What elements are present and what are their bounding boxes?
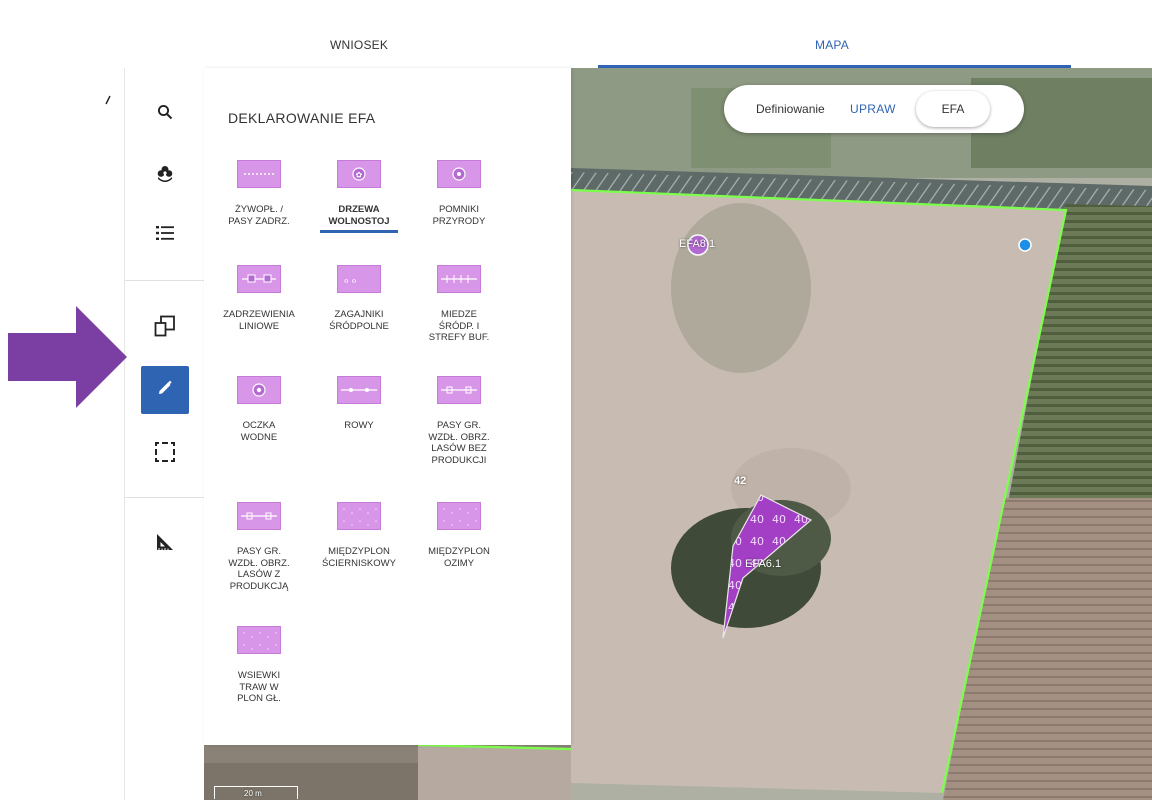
list-button[interactable] (141, 211, 189, 259)
efa-item-drzewa-wolnostojace[interactable]: ✿ DRZEWA WOLNOSTOJ (309, 160, 409, 233)
catch-crop-icon (337, 502, 381, 530)
toggle-efa-option[interactable]: EFA (916, 91, 990, 127)
efa-item-wsiewki[interactable]: WSIEWKI TRAW W PLON GŁ. (209, 626, 309, 705)
efa-item-label: ŻYWOPŁ. / (234, 204, 284, 215)
efa-item-pasy-bez-produkcji[interactable]: PASY GR. WZDŁ. OBRZ. LASÓW BEZ PRODUKCJI (409, 376, 509, 466)
efa-item-label: PASY GR. (237, 546, 281, 557)
ditch-icon (337, 376, 381, 404)
efa-item-label: ŚRÓDP. I (438, 320, 480, 332)
toggle-label: Definiowanie (756, 102, 825, 116)
efa-item-zywoplot[interactable]: ŻYWOPŁ. / PASY ZADRZ. (209, 160, 309, 227)
efa-item-label: MIĘDZYPLON (428, 546, 490, 557)
edit-button[interactable] (141, 366, 189, 414)
efa-item-label: PRODUKCJI (431, 454, 487, 466)
forest-strip-icon (437, 376, 481, 404)
efa-item-label: STREFY BUF. (428, 332, 490, 343)
efa-item-pasy-z-produkcja[interactable]: PASY GR. WZDŁ. OBRZ. LASÓW Z PRODUKCJĄ (209, 502, 309, 592)
efa-marker-label: EFA6.1 (745, 558, 782, 570)
efa-item-label: ZADRZEWIENIA (223, 309, 295, 320)
definition-mode-toggle: Definiowanie UPRAW EFA (724, 85, 1024, 133)
hedge-icon (237, 160, 281, 188)
efa-item-rowy[interactable]: ROWY (309, 376, 409, 432)
field-margin-icon (437, 265, 481, 293)
efa-item-label: POMNIKI (438, 204, 480, 215)
winter-crop-icon (437, 502, 481, 530)
tab-wniosek[interactable]: WNIOSEK (330, 38, 388, 52)
efa-item-label: DRZEWA (338, 204, 380, 215)
efa-item-miedze[interactable]: MIEDZE ŚRÓDP. I STREFY BUF. (409, 265, 509, 344)
efa-item-label: MIEDZE (441, 309, 477, 320)
grove-icon: ℴ ℴ (337, 265, 381, 293)
top-tab-bar: WNIOSEK MAPA (124, 0, 1152, 69)
arrow-right-icon (8, 306, 128, 413)
efa-item-miedzyplon-scierniskowy[interactable]: MIĘDZYPLON ŚCIERNISKOWY (309, 502, 409, 569)
efa-item-label: LINIOWE (238, 320, 280, 332)
tree-icon: ✿ (337, 160, 381, 188)
efa-item-miedzyplon-ozimy[interactable]: MIĘDZYPLON OZIMY (409, 502, 509, 569)
map-view-lower: 20 m (204, 745, 571, 800)
efa-item-label: TRAW W (239, 681, 279, 693)
efa-item-zagajniki[interactable]: ℴ ℴ ZAGAJNIKI ŚRÓDPOLNE (309, 265, 409, 332)
efa-item-label: LASÓW BEZ (431, 443, 487, 454)
efa-item-label: WODNE (240, 431, 278, 443)
scale-bar-label: 20 m (244, 789, 262, 798)
efa-item-label: PASY GR. (437, 420, 481, 431)
map-view[interactable]: 40 EFA8.1 EFA6.1 42 (571, 68, 1152, 800)
parcel-number-label: 42 (734, 475, 747, 487)
forest-strip-production-icon (237, 502, 281, 530)
left-tool-rail (124, 68, 205, 800)
efa-item-label: OCZKA (242, 420, 276, 431)
copy-icon (154, 315, 176, 342)
search-icon (157, 104, 173, 125)
selected-indicator (320, 230, 398, 233)
select-area-button[interactable] (141, 430, 189, 478)
efa-item-label: ZAGAJNIKI (334, 309, 384, 320)
efa-item-label: WOLNOSTOJ (328, 215, 390, 227)
efa-item-label: WZDŁ. OBRZ. (428, 431, 490, 443)
efa-item-label: MIĘDZYPLON (328, 546, 390, 557)
slash-mark (104, 92, 112, 110)
pond-icon (237, 376, 281, 404)
efa-declaration-panel: DEKLAROWANIE EFA ŻYWOPŁ. / PASY ZADRZ. ✿ … (204, 68, 571, 745)
tab-mapa[interactable]: MAPA (815, 38, 849, 52)
efa-item-label: PRZYRODY (432, 215, 486, 227)
toggle-upraw-option[interactable]: UPRAW (850, 102, 896, 116)
ruler-icon (156, 533, 174, 556)
efa-item-oczka-wodne[interactable]: OCZKA WODNE (209, 376, 309, 443)
svg-text:ℴ ℴ: ℴ ℴ (344, 275, 357, 286)
tree-line-icon (237, 265, 281, 293)
panel-title: DEKLAROWANIE EFA (228, 110, 376, 126)
undersown-icon (237, 626, 281, 654)
copy-button[interactable] (141, 304, 189, 352)
efa-item-label: ROWY (344, 420, 374, 431)
rail-divider (125, 280, 205, 281)
efa-item-zadrzewienia-liniowe[interactable]: ZADRZEWIENIA LINIOWE (209, 265, 309, 332)
measure-button[interactable] (141, 520, 189, 568)
efa-marker-label: EFA8.1 (679, 238, 716, 250)
select-icon (155, 441, 175, 467)
efa-item-pomniki-przyrody[interactable]: POMNIKI PRZYRODY (409, 160, 509, 227)
eco-button[interactable] (141, 152, 189, 200)
svg-text:✿: ✿ (356, 171, 363, 180)
efa-item-label: PASY ZADRZ. (228, 215, 290, 227)
efa-item-label: PRODUKCJĄ (229, 580, 289, 592)
efa-item-label: ŚRÓDPOLNE (329, 320, 389, 332)
efa-item-label: ŚCIERNISKOWY (322, 557, 396, 569)
efa-item-label: WSIEWKI (237, 670, 281, 681)
monument-icon (437, 160, 481, 188)
search-button[interactable] (141, 90, 189, 138)
eco-icon (157, 165, 173, 188)
rail-divider (125, 497, 205, 498)
list-icon (156, 225, 174, 246)
efa-item-label: LASÓW Z (237, 569, 281, 580)
efa-item-label: PLON GŁ. (237, 693, 281, 704)
edit-icon (157, 380, 173, 401)
efa-item-label: OZIMY (443, 557, 475, 569)
efa-item-label: WZDŁ. OBRZ. (228, 557, 290, 569)
